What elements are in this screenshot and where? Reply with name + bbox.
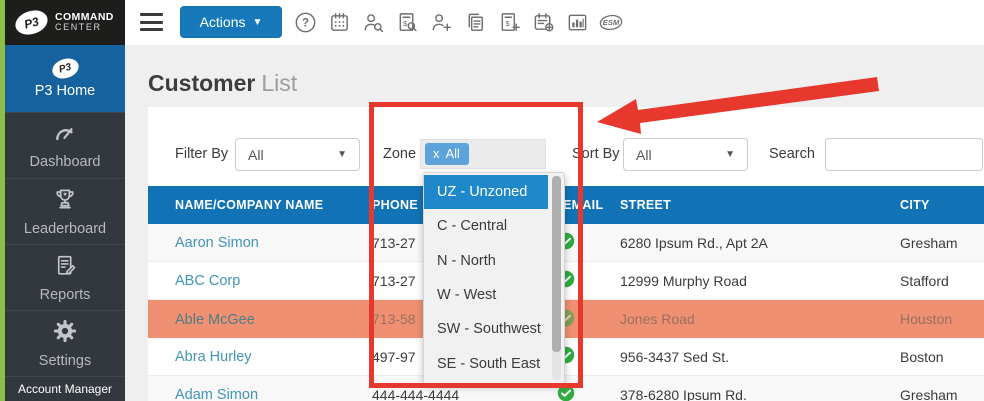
esm-icon[interactable]: ESM xyxy=(599,10,623,35)
sidebar-item-label: P3 Home xyxy=(35,83,95,99)
top-bar: P3 COMMAND CENTER Actions▼ ? $ $ xyxy=(5,0,984,45)
sidebar-item-p3-home[interactable]: P3 P3 Home xyxy=(5,45,125,112)
reports-chart-icon[interactable] xyxy=(565,10,589,35)
sidebar-item-reports[interactable]: Reports xyxy=(5,244,125,310)
column-header-street[interactable]: STREET xyxy=(617,198,897,212)
calendar-icon[interactable] xyxy=(327,10,351,35)
street-cell: Jones Road xyxy=(617,311,897,327)
zone-option-southwest[interactable]: SW - Southwest xyxy=(424,312,548,346)
brand-green-strip xyxy=(0,0,5,401)
street-cell: 12999 Murphy Road xyxy=(617,273,897,289)
street-cell: 6280 Ipsum Rd., Apt 2A xyxy=(617,235,897,251)
street-cell: 956-3437 Sed St. xyxy=(617,349,897,365)
add-invoice-icon[interactable]: $ xyxy=(497,10,521,35)
app-logo[interactable]: P3 COMMAND CENTER xyxy=(5,0,125,45)
customer-name-link[interactable]: Adam Simon xyxy=(175,387,258,401)
zone-label: Zone xyxy=(383,138,416,171)
report-icon xyxy=(53,253,78,282)
add-appointment-icon[interactable] xyxy=(531,10,555,35)
search-input[interactable] xyxy=(825,138,983,171)
gauge-icon xyxy=(52,121,79,149)
trophy-icon: ★ xyxy=(52,186,78,216)
zone-option-north[interactable]: N - North xyxy=(424,244,548,278)
sidebar-item-label: Leaderboard xyxy=(24,221,106,237)
sidebar-item-label: Reports xyxy=(40,287,91,303)
dropdown-scrollbar[interactable] xyxy=(552,176,561,380)
table-header: NAME/COMPANY NAME PHONE EMAIL STREET CIT… xyxy=(148,186,984,224)
chip-label: All xyxy=(446,146,460,161)
sidebar-item-dashboard[interactable]: Dashboard xyxy=(5,112,125,178)
copy-documents-icon[interactable] xyxy=(463,10,487,35)
zone-chip: x All xyxy=(425,143,469,165)
help-icon[interactable]: ? xyxy=(293,10,317,35)
sidebar-item-label: Settings xyxy=(39,353,91,369)
svg-text:★: ★ xyxy=(62,191,67,198)
sidebar-item-settings[interactable]: Settings xyxy=(5,310,125,376)
customer-search-icon[interactable] xyxy=(361,10,385,35)
filter-by-select[interactable]: All▼ xyxy=(235,138,360,171)
table-row[interactable]: Adam Simon 444-444-4444 378-6280 Ipsum R… xyxy=(148,376,984,401)
customer-name-link[interactable]: Able McGee xyxy=(175,312,255,328)
menu-icon[interactable] xyxy=(140,13,163,31)
customer-name-link[interactable]: Aaron Simon xyxy=(175,235,259,251)
table-row[interactable]: Aaron Simon 713-27 6280 Ipsum Rd., Apt 2… xyxy=(148,224,984,262)
sidebar-item-account-manager[interactable]: Account Manager xyxy=(5,376,125,401)
scrollbar-thumb[interactable] xyxy=(552,176,561,352)
customer-list-panel: Filter By All▼ Zone x All Sort By All▼ S… xyxy=(148,107,984,401)
p3-icon: P3 xyxy=(49,55,81,81)
city-cell: Gresham xyxy=(897,387,984,401)
svg-text:$: $ xyxy=(505,19,510,28)
search-label: Search xyxy=(769,138,815,171)
table-row-highlighted[interactable]: Able McGee 713-58 Jones Road Houston xyxy=(148,300,984,338)
phone-cell: 444-444-4444 xyxy=(372,387,552,401)
chevron-down-icon: ▼ xyxy=(253,17,263,28)
city-cell: Boston xyxy=(897,349,984,365)
add-customer-icon[interactable] xyxy=(429,10,453,35)
p3-logo-icon: P3 xyxy=(12,6,50,38)
table-row[interactable]: ABC Corp 713-27 12999 Murphy Road Staffo… xyxy=(148,262,984,300)
zone-option-southeast[interactable]: SE - South East xyxy=(424,347,548,381)
city-cell: Houston xyxy=(897,311,984,327)
column-header-name[interactable]: NAME/COMPANY NAME xyxy=(175,198,372,212)
sidebar-item-label: Dashboard xyxy=(30,154,101,170)
email-verified-icon xyxy=(557,384,575,401)
zone-multiselect[interactable]: x All xyxy=(420,139,546,169)
main-content: CustomerList Filter By All▼ Zone x All S… xyxy=(125,45,984,401)
sort-by-label: Sort By xyxy=(572,138,620,171)
chevron-down-icon: ▼ xyxy=(337,149,347,160)
filter-by-label: Filter By xyxy=(175,138,228,171)
zone-option-west[interactable]: W - West xyxy=(424,278,548,312)
page-title: CustomerList xyxy=(148,70,297,97)
sidebar-item-leaderboard[interactable]: ★ Leaderboard xyxy=(5,178,125,244)
chevron-down-icon: ▼ xyxy=(725,149,735,160)
table-row[interactable]: Abra Hurley 497-97 956-3437 Sed St. Bost… xyxy=(148,338,984,376)
chip-remove-icon[interactable]: x xyxy=(433,146,440,161)
zone-option-central[interactable]: C - Central xyxy=(424,209,548,243)
svg-text:$: $ xyxy=(402,19,407,28)
zone-option-unzoned[interactable]: UZ - Unzoned xyxy=(424,175,548,209)
invoice-search-icon[interactable]: $ xyxy=(395,10,419,35)
customer-name-link[interactable]: Abra Hurley xyxy=(175,349,252,365)
sort-by-select[interactable]: All▼ xyxy=(623,138,748,171)
table-body: Aaron Simon 713-27 6280 Ipsum Rd., Apt 2… xyxy=(148,224,984,401)
city-cell: Gresham xyxy=(897,235,984,251)
sidebar: P3 P3 Home Dashboard ★ Leaderboard Repor… xyxy=(5,45,125,401)
zone-dropdown-panel: UZ - Unzoned C - Central N - North W - W… xyxy=(423,172,565,384)
actions-button[interactable]: Actions▼ xyxy=(180,6,282,38)
svg-text:?: ? xyxy=(301,18,308,30)
gear-icon xyxy=(52,318,78,348)
street-cell: 378-6280 Ipsum Rd. xyxy=(617,387,897,401)
city-cell: Stafford xyxy=(897,273,984,289)
customer-name-link[interactable]: ABC Corp xyxy=(175,273,240,289)
svg-text:ESM: ESM xyxy=(603,18,620,27)
logo-text-center: CENTER xyxy=(55,23,114,32)
column-header-city[interactable]: CITY xyxy=(897,198,984,212)
